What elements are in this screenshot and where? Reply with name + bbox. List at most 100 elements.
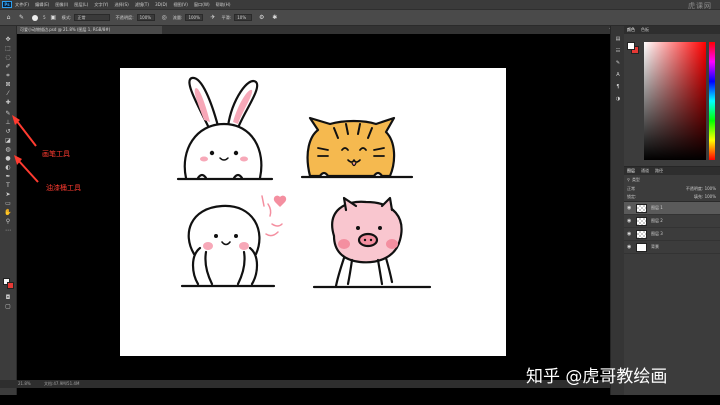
eye-icon[interactable]: ◉	[627, 231, 633, 237]
eye-icon[interactable]: ◉	[627, 205, 633, 211]
menu-type[interactable]: 文字(Y)	[94, 2, 108, 8]
brush-size-picker[interactable]	[30, 13, 39, 22]
menu-3d[interactable]: 3D(D)	[155, 2, 167, 7]
tools-panel: ✥ ⬚ ◌ ✐ ⌗ ⊠ ⁄ ✚ ✎ ⊥ ↺ ◪ ◍ ● ◐ ✒ T ➤ ▭ ✋ …	[0, 26, 17, 395]
paint-bucket-tool-icon[interactable]: ◍	[3, 146, 13, 153]
document-canvas[interactable]	[120, 68, 506, 356]
character-panel-icon[interactable]: A	[614, 72, 622, 79]
marquee-tool-icon[interactable]: ⬚	[3, 45, 13, 52]
pig-drawing	[312, 196, 432, 289]
home-icon[interactable]: ⌂	[4, 13, 13, 22]
symmetry-icon[interactable]: ✱	[270, 13, 279, 22]
color-picker-field[interactable]	[644, 42, 706, 160]
opacity-label: 不透明度:	[685, 185, 704, 191]
eyedropper-tool-icon[interactable]: ⁄	[3, 90, 13, 97]
layer-row[interactable]: ◉ 图层 3	[624, 228, 720, 241]
move-tool-icon[interactable]: ✥	[3, 36, 13, 43]
airbrush-icon[interactable]: ✈	[208, 13, 217, 22]
menu-select[interactable]: 选择(S)	[114, 2, 128, 8]
rectangle-tool-icon[interactable]: ▭	[3, 200, 13, 207]
layer-filter-row: ⚲ 类型	[624, 175, 720, 184]
layer-row[interactable]: ◉ 图层 1	[624, 202, 720, 215]
hearts-decoration	[261, 195, 287, 237]
background-color-swatch[interactable]	[7, 282, 14, 289]
menu-filter[interactable]: 滤镜(T)	[135, 2, 149, 8]
zoom-tool-icon[interactable]: ⚲	[3, 218, 13, 225]
opacity-input[interactable]: 100%	[136, 14, 155, 21]
properties-panel-icon[interactable]: ☷	[614, 48, 622, 55]
lock-label: 锁定:	[627, 194, 637, 199]
lasso-tool-icon[interactable]: ◌	[3, 54, 13, 61]
history-brush-tool-icon[interactable]: ↺	[3, 128, 13, 135]
bucket-tool-annotation: 油漆桶工具	[46, 184, 81, 192]
brush-tool-annotation: 画笔工具	[42, 150, 70, 158]
clone-stamp-tool-icon[interactable]: ⊥	[3, 119, 13, 126]
smoothing-settings-icon[interactable]: ⚙	[257, 13, 266, 22]
tab-channels[interactable]: 通道	[641, 168, 649, 174]
color-panel-foreground-swatch[interactable]	[627, 42, 635, 50]
pressure-opacity-icon[interactable]: ◎	[160, 13, 169, 22]
layer-thumbnail	[636, 216, 647, 226]
brush-tool-icon[interactable]: ✎	[3, 110, 13, 117]
layer-opacity-input[interactable]: 100%	[705, 186, 716, 191]
paragraph-panel-icon[interactable]: ¶	[614, 84, 622, 91]
eye-icon[interactable]: ◉	[627, 218, 633, 224]
lock-fill-row: 锁定: 填充: 100%	[624, 193, 720, 202]
history-panel-icon[interactable]: ▤	[614, 36, 622, 43]
menu-image[interactable]: 图像(I)	[55, 2, 68, 8]
menu-layer[interactable]: 图层(L)	[74, 2, 88, 8]
layer-name: 图层 2	[651, 218, 663, 223]
layers-panel-tabs: 图层 通道 路径	[624, 167, 720, 175]
smooth-input[interactable]: 10%	[234, 14, 253, 21]
eraser-tool-icon[interactable]: ◪	[3, 137, 13, 144]
tab-swatches[interactable]: 色板	[641, 27, 649, 33]
tab-layers[interactable]: 图层	[627, 168, 635, 174]
zoom-level[interactable]: 21.8%	[18, 381, 31, 386]
cat-drawing	[300, 116, 414, 179]
layer-fill-input[interactable]: 100%	[705, 194, 716, 199]
brush-preset-icon[interactable]: ✎	[17, 13, 26, 22]
layer-thumbnail	[636, 229, 647, 239]
options-bar: ⌂ ✎ 5 ▣ 模式: 正常 不透明度: 100% ◎ 流量: 100% ✈ 平…	[0, 9, 720, 26]
photoshop-logo: Ps	[2, 1, 12, 8]
layer-filter-select[interactable]: 类型	[632, 177, 640, 183]
healing-tool-icon[interactable]: ✚	[3, 99, 13, 106]
brush-panel-icon[interactable]: ✎	[614, 60, 622, 67]
status-bar: 21.8% 文档:47.9M/51.4M	[0, 380, 610, 388]
path-select-tool-icon[interactable]: ➤	[3, 191, 13, 198]
crop-tool-icon[interactable]: ⌗	[3, 72, 13, 79]
layer-row[interactable]: ◉ 图层 2	[624, 215, 720, 228]
tab-color[interactable]: 颜色	[627, 27, 635, 33]
quick-select-tool-icon[interactable]: ✐	[3, 63, 13, 70]
menu-view[interactable]: 视图(V)	[173, 2, 188, 8]
eye-icon[interactable]: ◉	[627, 244, 633, 250]
document-size: 文档:47.9M/51.4M	[44, 381, 80, 386]
blend-mode-select[interactable]: 正常	[627, 186, 635, 192]
search-icon: ⚲	[627, 177, 630, 182]
opacity-label: 不透明度:	[115, 14, 134, 20]
more-tools-icon[interactable]: ⋯	[3, 227, 13, 234]
menu-help[interactable]: 帮助(H)	[216, 2, 231, 8]
menu-edit[interactable]: 编辑(E)	[35, 2, 49, 8]
menu-file[interactable]: 文件(F)	[15, 2, 29, 8]
hue-slider[interactable]	[709, 42, 715, 160]
brush-settings-icon[interactable]: ▣	[49, 13, 58, 22]
blend-opacity-row: 正常 不透明度: 100%	[624, 184, 720, 193]
frame-tool-icon[interactable]: ⊠	[3, 81, 13, 88]
flow-input[interactable]: 100%	[185, 14, 204, 21]
mode-select[interactable]: 正常	[74, 14, 111, 21]
document-tab[interactable]: 可爱小动物描边.psd @ 21.8% (图层 1, RGB/8#)	[17, 26, 162, 34]
pen-tool-icon[interactable]: ✒	[3, 173, 13, 180]
blur-tool-icon[interactable]: ●	[3, 155, 13, 162]
hand-tool-icon[interactable]: ✋	[3, 209, 13, 216]
type-tool-icon[interactable]: T	[3, 182, 13, 189]
quick-mask-icon[interactable]: ◘	[3, 294, 13, 301]
menu-window[interactable]: 窗口(W)	[194, 2, 210, 8]
fill-label: 填充:	[693, 194, 704, 199]
screen-mode-icon[interactable]: ▢	[3, 303, 13, 310]
tab-paths[interactable]: 路径	[655, 168, 663, 174]
menu-bar: Ps 文件(F) 编辑(E) 图像(I) 图层(L) 文字(Y) 选择(S) 滤…	[0, 0, 720, 10]
adjustments-panel-icon[interactable]: ◑	[614, 96, 622, 103]
dodge-tool-icon[interactable]: ◐	[3, 164, 13, 171]
layer-row[interactable]: ◉ 背景	[624, 241, 720, 254]
